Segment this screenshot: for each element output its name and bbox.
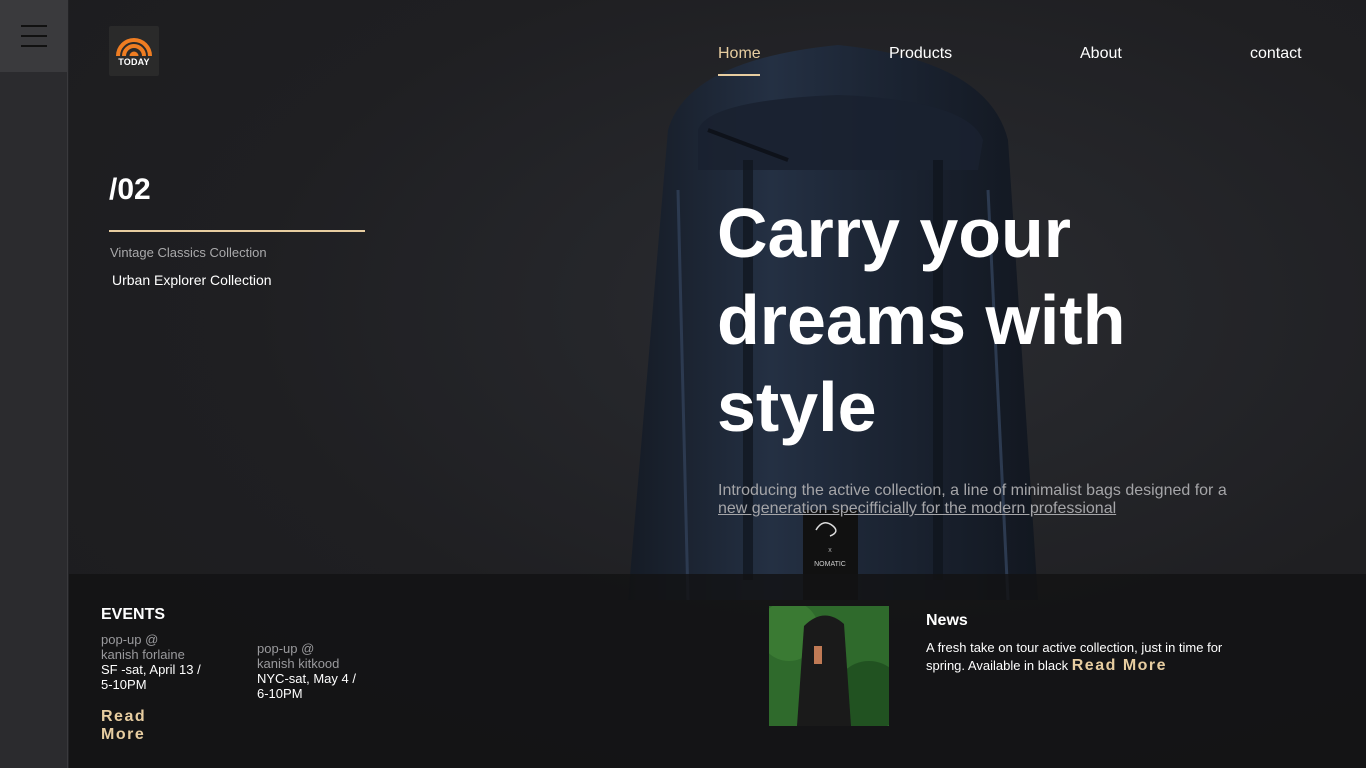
- menu-line: [21, 45, 47, 47]
- event-venue-line2: kanish forlaine: [101, 647, 185, 662]
- logo-text: TODAY: [118, 56, 150, 67]
- today-logo[interactable]: TODAY: [109, 26, 159, 76]
- event-when: NYC-sat, May 4 / 6-10PM: [257, 671, 356, 701]
- menu-line: [21, 35, 47, 37]
- hamburger-menu-icon[interactable]: [0, 0, 68, 72]
- left-rail: [0, 0, 68, 768]
- hero-subtitle-text: Introducing the active collection, a lin…: [718, 482, 1227, 499]
- event-item: pop-up @ kanish forlaine SF -sat, April …: [101, 632, 201, 692]
- event-venue-line1: pop-up @: [101, 632, 159, 647]
- slide-number: /02: [109, 173, 151, 206]
- news-read-more-link[interactable]: Read More: [1072, 657, 1167, 674]
- rainbow-logo-icon: [116, 37, 152, 56]
- event-item: pop-up @ kanish kitkood NYC-sat, May 4 /…: [257, 641, 357, 701]
- nav-active-underline: [718, 74, 760, 76]
- news-image[interactable]: [769, 606, 889, 726]
- news-text: A fresh take on tour active collection, …: [926, 639, 1246, 675]
- hero-subtitle-link[interactable]: new generation specifficially for the mo…: [718, 500, 1116, 517]
- event-venue-line1: pop-up @: [257, 641, 315, 656]
- menu-line: [21, 25, 47, 27]
- bag-label: NOMATIC: [814, 561, 846, 568]
- collection-item-urban[interactable]: Urban Explorer Collection: [112, 272, 272, 288]
- nav-about[interactable]: About: [1080, 45, 1122, 63]
- slide-divider: [109, 230, 365, 232]
- event-venue-line2: kanish kitkood: [257, 656, 340, 671]
- nav-contact[interactable]: contact: [1250, 45, 1302, 63]
- event-when: SF -sat, April 13 / 5-10PM: [101, 662, 201, 692]
- nav-products[interactable]: Products: [889, 45, 952, 63]
- events-title: EVENTS: [101, 606, 166, 623]
- collection-item-vintage[interactable]: Vintage Classics Collection: [110, 245, 267, 260]
- events-read-more-link[interactable]: Read More: [101, 708, 171, 744]
- hero-title: Carry your dreams with style: [717, 194, 1126, 446]
- hero-subtitle: Introducing the active collection, a lin…: [718, 482, 1238, 518]
- news-title: News: [926, 612, 968, 629]
- nav-home[interactable]: Home: [718, 45, 761, 63]
- svg-text:x: x: [828, 547, 832, 554]
